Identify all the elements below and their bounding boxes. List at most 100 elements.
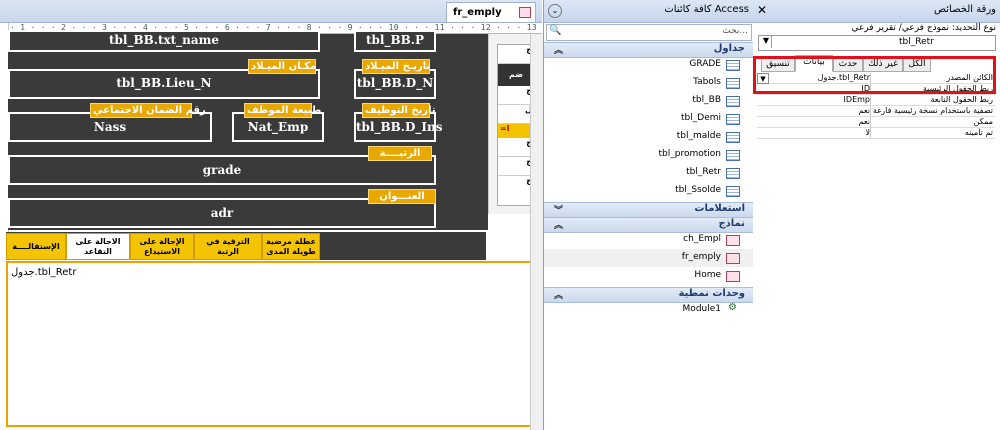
- close-icon[interactable]: ✕: [757, 3, 767, 17]
- field-name[interactable]: tbl_BB.txt_name: [8, 30, 320, 52]
- property-key: تصفية باستخدام نسخة رئيسية فارغة: [872, 106, 993, 115]
- nav-item-table[interactable]: tbl_BB: [544, 92, 753, 110]
- chevron-up-icon: ︽: [554, 291, 564, 301]
- table-icon: [726, 60, 740, 71]
- strip-item: ضم: [498, 64, 534, 86]
- property-key: ممكن: [973, 117, 993, 126]
- form-icon: [726, 253, 740, 264]
- chevron-up-icon: ︽: [554, 221, 564, 231]
- subform-source-text: جدول.tbl_Retr: [11, 267, 77, 278]
- item-label: tbl_Ssolde: [675, 185, 721, 195]
- document-tab-bar: ✕ fr_emply: [0, 0, 542, 23]
- tab-fr-emply[interactable]: fr_emply: [446, 2, 536, 22]
- form-detail-section: tbl_BB.txt_name tbl_BB.P tbl_BB.Lieu_N م…: [8, 30, 488, 230]
- tab-standby[interactable]: الإحالة على الاستيداع: [130, 233, 194, 260]
- form-icon: [726, 235, 740, 246]
- table-icon: [726, 168, 740, 179]
- field-top-right[interactable]: tbl_BB.P: [354, 30, 436, 52]
- module-icon: ⚙: [728, 302, 737, 313]
- property-key: ربط الحقول التابعة: [930, 95, 993, 104]
- item-label: Module1: [682, 304, 721, 314]
- group-label: وحدات نمطية: [678, 288, 745, 299]
- item-label: tbl_malde: [676, 131, 721, 141]
- label-nass[interactable]: رقم الضمان الاجتماعي: [90, 103, 206, 118]
- group-label: استعلامات: [694, 203, 745, 214]
- property-row[interactable]: تم تأمينه لا: [757, 128, 995, 139]
- property-row[interactable]: تصفية باستخدام نسخة رئيسية فارغة نعم: [757, 106, 995, 117]
- strip-item: ج: [498, 157, 534, 176]
- nav-item-table[interactable]: tbl_Retr: [544, 164, 753, 182]
- item-label: Home: [694, 270, 721, 280]
- property-value[interactable]: IDEmp: [757, 95, 871, 105]
- search-placeholder: بحث...: [722, 26, 748, 36]
- nav-item-module[interactable]: Module1 ⚙: [544, 301, 753, 319]
- nav-item-form[interactable]: Home: [544, 267, 753, 285]
- tab-label: fr_emply: [453, 7, 502, 18]
- navigation-pane: ⌄ كافة كائنات Access 🔍 بحث... ︽ جداول GR…: [543, 0, 754, 430]
- label-grade[interactable]: الرتبــــة: [368, 146, 432, 161]
- nav-item-table[interactable]: tbl_Ssolde: [544, 182, 753, 200]
- group-queries[interactable]: ︾ استعلامات: [544, 202, 753, 218]
- group-label: جداول: [713, 43, 745, 54]
- nav-item-table[interactable]: GRADE: [544, 56, 753, 74]
- item-label: tbl_BB: [692, 95, 721, 105]
- property-value[interactable]: نعم: [757, 106, 871, 116]
- item-label: ch_Empl: [683, 234, 721, 244]
- tab-sick-leave[interactable]: عطلة مرضية طويلة المدى: [262, 233, 320, 260]
- strip-item: ج: [498, 45, 534, 64]
- tab-retirement[interactable]: الاحالة على التقاعد: [66, 233, 130, 260]
- table-icon: [726, 78, 740, 89]
- chevron-down-icon: ︾: [554, 206, 564, 216]
- label-dn[interactable]: تاريـخ الميـلاد: [362, 59, 430, 74]
- property-row[interactable]: ممكن نعم: [757, 117, 995, 128]
- property-sheet-title: ورقة الخصائص: [933, 4, 996, 15]
- item-label: tbl_Demi: [681, 113, 721, 123]
- strip-item: ج: [498, 176, 534, 194]
- nav-item-form-selected[interactable]: fr_emply: [544, 249, 753, 267]
- selection-type-label: نوع التحديد: نموذج فرعي/ تقرير فرعي: [851, 23, 996, 33]
- dropdown-arrow-icon: ▼: [761, 36, 772, 48]
- chevron-down-icon[interactable]: ⌄: [548, 4, 562, 18]
- label-adr[interactable]: العنـــوان: [368, 189, 436, 204]
- nav-item-table[interactable]: Tabols: [544, 74, 753, 92]
- search-icon: 🔍: [549, 25, 562, 36]
- group-label: نماذج: [718, 218, 745, 229]
- object-selector-value: tbl_Retr: [899, 37, 934, 47]
- nav-title: كافة كائنات Access: [664, 4, 749, 15]
- table-icon: [726, 132, 740, 143]
- property-row[interactable]: ربط الحقول التابعة IDEmp: [757, 95, 995, 106]
- table-icon: [726, 186, 740, 197]
- tab-control: عطلة مرضية طويلة المدى الترقية في الرتبة…: [6, 232, 486, 260]
- strip-item: ل: [498, 105, 534, 124]
- nav-header: ⌄ كافة كائنات Access: [544, 0, 753, 23]
- subform-control[interactable]: جدول.tbl_Retr: [6, 261, 532, 427]
- strip-item: ج: [498, 138, 534, 157]
- label-nat[interactable]: طبيعة الموظف: [244, 103, 321, 118]
- property-value[interactable]: لا: [757, 128, 871, 138]
- item-label: Tabols: [693, 77, 721, 87]
- nav-item-table[interactable]: tbl_promotion: [544, 146, 753, 164]
- tab-resignation[interactable]: الإستقالــــة: [6, 233, 66, 260]
- label-dins[interactable]: تاريخ التوظيف: [362, 103, 436, 118]
- chevron-up-icon: ︽: [554, 46, 564, 56]
- nav-item-table[interactable]: tbl_malde: [544, 128, 753, 146]
- form-design-view: ✕ fr_emply · 1 · · · 2 · · · 3 · · · 4 ·…: [0, 0, 543, 430]
- tab-promotion[interactable]: الترقية في الرتبة: [194, 233, 262, 260]
- strip-item: =ا: [498, 124, 534, 138]
- item-label: tbl_promotion: [658, 149, 721, 159]
- property-value[interactable]: نعم: [757, 117, 871, 127]
- table-icon: [726, 96, 740, 107]
- nav-item-table[interactable]: tbl_Demi: [544, 110, 753, 128]
- table-icon: [726, 114, 740, 125]
- nav-search-input[interactable]: 🔍 بحث...: [546, 24, 752, 41]
- item-label: tbl_Retr: [686, 167, 721, 177]
- item-label: fr_emply: [681, 252, 721, 262]
- vertical-scrollbar[interactable]: [530, 34, 543, 430]
- highlight-box: [753, 56, 996, 94]
- form-icon: [726, 271, 740, 282]
- object-selector[interactable]: ▼ tbl_Retr: [758, 35, 996, 51]
- item-label: GRADE: [689, 59, 721, 69]
- label-lieu[interactable]: مكـان الميـلاد: [248, 59, 316, 74]
- nav-item-form[interactable]: ch_Empl: [544, 231, 753, 249]
- table-icon: [726, 150, 740, 161]
